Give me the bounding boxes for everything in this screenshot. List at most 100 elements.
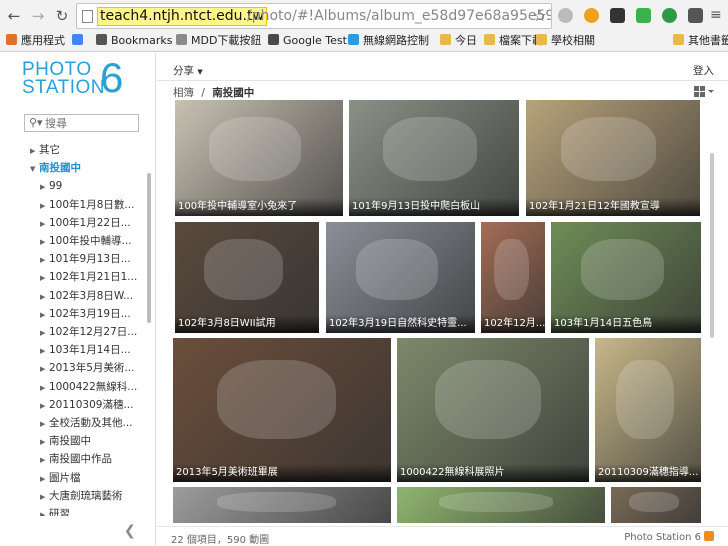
album-photo [616, 359, 675, 439]
album-thumbnail[interactable]: 103年1月14日五色鳥 [549, 220, 703, 335]
browser-chrome: ← → ↻ teach4.ntjh.ntct.edu.tw /photo/#!A… [0, 0, 728, 52]
bookmark-item[interactable]: Google Test [268, 33, 347, 49]
collapsed-arrow-icon[interactable]: ▶ [40, 434, 49, 450]
page-icon [82, 10, 93, 23]
album-thumbnail[interactable]: 20110309滿穗指導... [593, 336, 703, 484]
bookmark-item[interactable]: Bookmarks [96, 33, 172, 49]
album-photo [629, 492, 679, 513]
expanded-arrow-icon[interactable]: ▼ [30, 161, 39, 177]
bookmark-item[interactable]: 無線網路控制 [348, 33, 429, 49]
search-box[interactable]: ⚲▾ [24, 114, 139, 132]
tree-item-label: 20110309滿穗... [49, 398, 134, 411]
collapse-sidebar-icon[interactable]: ❮ [124, 523, 136, 539]
bookmark-item[interactable]: 今日 [440, 33, 477, 49]
collapsed-arrow-icon[interactable]: ▶ [40, 380, 49, 396]
collapsed-arrow-icon[interactable]: ▶ [40, 179, 49, 195]
tree-item[interactable]: ▶ 圖片檔 [40, 470, 142, 487]
album-thumbnail[interactable]: 101年9月13日投中爬白板山 [347, 98, 521, 218]
rss-icon[interactable] [704, 531, 714, 541]
extension-ring-icon[interactable] [584, 8, 599, 23]
collapsed-arrow-icon[interactable]: ▶ [40, 398, 49, 414]
share-menu[interactable]: 分享 ▼ [173, 63, 203, 78]
tree-item[interactable]: ▶ 103年1月14日... [40, 342, 142, 359]
tree-item[interactable]: ▶ 全校活動及其他... [40, 415, 142, 432]
album-caption: 2013年5月美術班畢展 [173, 464, 391, 482]
login-link[interactable]: 登入 [693, 63, 714, 78]
bookmark-item[interactable]: 檔案下載 [484, 33, 543, 49]
sidebar: PHOTO STATION 6 ⚲▾ ▶其它▼南投國中▶99 ▶100年1月8日數… [0, 53, 156, 546]
address-bar[interactable]: teach4.ntjh.ntct.edu.tw /photo/#!Albums/… [76, 3, 552, 29]
extension-download-icon[interactable] [636, 8, 651, 23]
collapsed-arrow-icon[interactable]: ▶ [40, 471, 49, 487]
album-thumbnail[interactable]: 2013年5月美術班畢展 [171, 336, 393, 484]
tree-item-label: 100年投中輔導... [49, 235, 132, 247]
photo-station-logo[interactable]: PHOTO STATION 6 [22, 57, 132, 101]
bookmark-item[interactable] [72, 33, 87, 49]
tree-item[interactable]: ▶ 研習 [40, 506, 142, 516]
collapsed-arrow-icon[interactable]: ▶ [40, 416, 49, 432]
collapsed-arrow-icon[interactable]: ▶ [40, 289, 49, 305]
bookmark-item[interactable]: 學校相關 [536, 33, 595, 49]
menu-icon[interactable]: ≡ [710, 8, 722, 23]
tree-item[interactable]: ▶ 南投國中作品 [40, 451, 142, 468]
tree-item-label: 南投國中作品 [49, 453, 112, 466]
collapsed-arrow-icon[interactable]: ▶ [40, 270, 49, 286]
album-thumbnail[interactable]: 100年投中輔導室小兔來了 [173, 98, 345, 218]
album-thumbnail[interactable] [171, 485, 393, 525]
album-thumbnail[interactable] [395, 485, 607, 525]
collapsed-arrow-icon[interactable]: ▶ [40, 252, 49, 268]
collapsed-arrow-icon[interactable]: ▶ [40, 507, 49, 516]
collapsed-arrow-icon[interactable]: ▶ [30, 143, 39, 159]
tree-item[interactable]: ▶ 99 [40, 178, 142, 195]
collapsed-arrow-icon[interactable]: ▶ [40, 361, 49, 377]
collapsed-arrow-icon[interactable]: ▶ [40, 343, 49, 359]
tree-item[interactable]: ▶ 2013年5月美術... [40, 360, 142, 377]
collapsed-arrow-icon[interactable]: ▶ [40, 216, 49, 232]
album-thumbnail[interactable]: 1000422無線科展照片 [395, 336, 591, 484]
extension-green-icon[interactable] [662, 8, 677, 23]
reload-icon[interactable]: ↻ [52, 6, 72, 26]
bookmark-label: 無線網路控制 [363, 34, 429, 47]
extension-gray-icon[interactable] [558, 8, 573, 23]
collapsed-arrow-icon[interactable]: ▶ [40, 452, 49, 468]
album-thumbnail[interactable]: 102年1月21日12年國教宣導 [524, 98, 702, 218]
album-thumbnail[interactable]: 102年3月8日WII試用 [173, 220, 321, 335]
album-thumbnail[interactable] [609, 485, 703, 525]
sidebar-scrollbar[interactable] [147, 173, 151, 323]
extension-film-icon[interactable] [610, 8, 625, 23]
album-photo [355, 238, 438, 300]
bookmark-item[interactable]: MDD下載按鈕 [176, 33, 261, 49]
tree-item[interactable]: ▶ 其它 [30, 142, 142, 159]
collapsed-arrow-icon[interactable]: ▶ [40, 489, 49, 505]
forward-icon[interactable]: → [28, 6, 48, 26]
tree-item[interactable]: ▶ 102年3月8日W... [40, 288, 142, 305]
search-input[interactable] [45, 116, 135, 130]
collapsed-arrow-icon[interactable]: ▶ [40, 325, 49, 341]
tree-item[interactable]: ▶ 20110309滿穗... [40, 397, 142, 414]
tree-item[interactable]: ▶ 101年9月13日... [40, 251, 142, 268]
bookmark-item[interactable]: 應用程式 [6, 33, 65, 49]
extension-dark-icon[interactable] [688, 8, 703, 23]
tree-item[interactable]: ▶ 100年投中輔導... [40, 233, 142, 250]
star-icon[interactable]: ☆ [533, 6, 547, 25]
main-scrollbar[interactable] [710, 153, 714, 338]
collapsed-arrow-icon[interactable]: ▶ [40, 234, 49, 250]
tree-item[interactable]: ▼ 南投國中 [30, 160, 142, 177]
bookmark-item[interactable]: 其他書籤 [673, 33, 728, 49]
tree-item[interactable]: ▶ 102年1月21日1... [40, 269, 142, 286]
back-icon[interactable]: ← [4, 6, 24, 26]
tree-item[interactable]: ▶ 102年12月27日... [40, 324, 142, 341]
album-thumbnail[interactable]: 102年12月... [479, 220, 547, 335]
tree-item[interactable]: ▶ 南投國中 [40, 433, 142, 450]
tree-item[interactable]: ▶ 大唐劍琉璃藝術 [40, 488, 142, 505]
album-caption: 103年1月14日五色鳥 [551, 315, 701, 333]
collapsed-arrow-icon[interactable]: ▶ [40, 198, 49, 214]
view-toggle-icon[interactable] [694, 86, 714, 98]
collapsed-arrow-icon[interactable]: ▶ [40, 307, 49, 323]
tree-item[interactable]: ▶ 1000422無線科... [40, 379, 142, 396]
tree-item[interactable]: ▶ 100年1月8日數... [40, 197, 142, 214]
tree-item[interactable]: ▶ 100年1月22日... [40, 215, 142, 232]
tree-item[interactable]: ▶ 102年3月19日... [40, 306, 142, 323]
album-thumbnail[interactable]: 102年3月19日自然科史特靈... [324, 220, 477, 335]
album-photo [435, 359, 541, 439]
